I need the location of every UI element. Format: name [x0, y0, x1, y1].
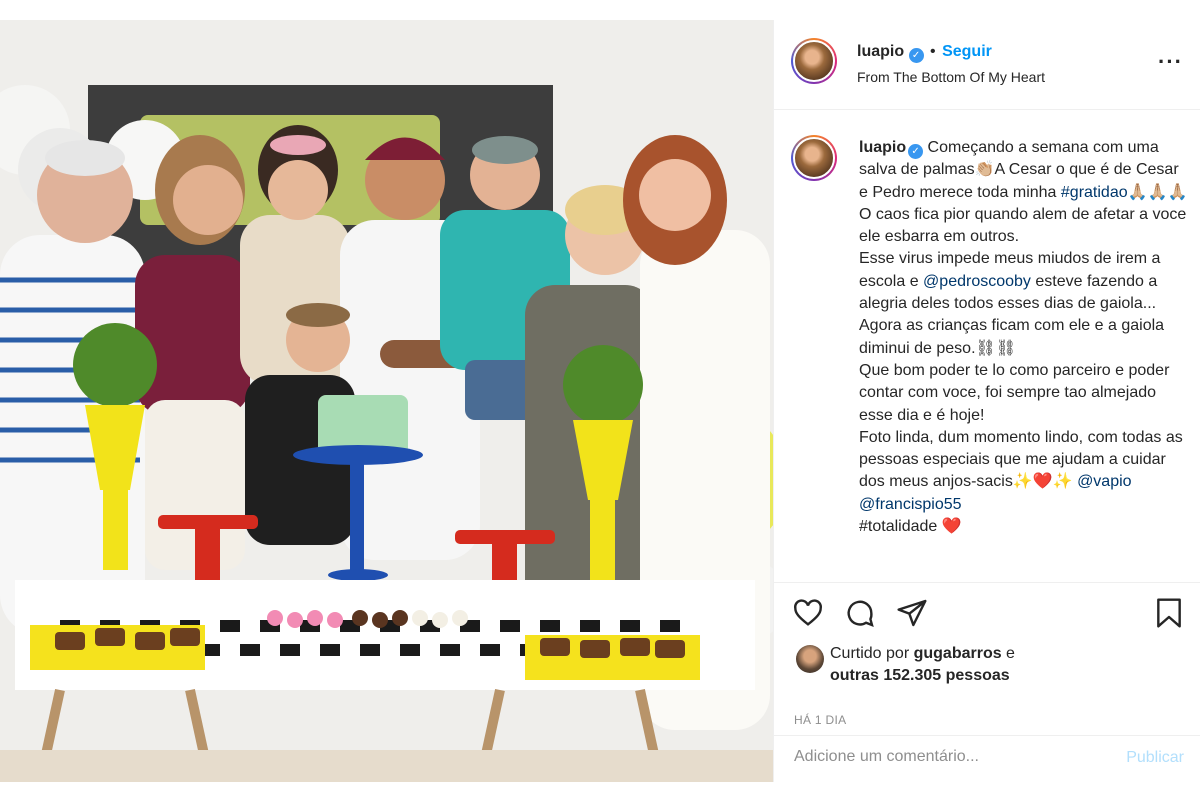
caption-username[interactable]: luapio: [859, 139, 906, 156]
separator-dot: •: [930, 43, 936, 60]
publish-button[interactable]: Publicar: [1126, 749, 1184, 767]
more-options-icon[interactable]: ···: [1158, 49, 1183, 75]
post-actions: Curtido por gugabarros e outras 152.305 …: [774, 582, 1200, 782]
caption-paragraph-5: Que bom poder te lo como parceiro e pode…: [859, 361, 1170, 424]
caption-emojis: 🙏🏼🙏🏼🙏🏼: [1127, 183, 1188, 201]
caption-paragraph-2: O caos fica pior quando alem de afetar a…: [859, 205, 1187, 246]
heart-icon[interactable]: [792, 597, 824, 634]
caption-emojis-2: ✨❤️✨: [1012, 473, 1078, 491]
caption-paragraph-7: #totalidade ❤️: [859, 518, 962, 536]
post-location[interactable]: From The Bottom Of My Heart: [857, 69, 1045, 85]
post-side-panel: luapio ✓ • Seguir From The Bottom Of My …: [773, 20, 1200, 782]
comment-box: Publicar: [774, 735, 1200, 783]
header-user-line: luapio ✓ • Seguir: [857, 43, 992, 63]
author-username[interactable]: luapio: [857, 43, 904, 60]
party-photo-illustration: [0, 20, 773, 782]
mention-link[interactable]: @francispio55: [859, 496, 962, 513]
liked-mid: e: [1001, 645, 1015, 662]
verified-badge-icon: ✓: [908, 144, 924, 159]
caption-text: luapio ✓ Começando a semana com uma salva…: [859, 137, 1189, 538]
post-timestamp[interactable]: HÁ 1 DIA: [794, 713, 846, 727]
share-icon[interactable]: [896, 597, 928, 634]
mention-link[interactable]: @pedroscooby: [923, 273, 1031, 290]
verified-badge-icon: ✓: [908, 48, 924, 63]
post-header: luapio ✓ • Seguir From The Bottom Of My …: [774, 20, 1200, 110]
liked-user-link[interactable]: gugabarros: [914, 645, 1002, 662]
liked-by-avatar[interactable]: [796, 645, 824, 673]
liked-others-link[interactable]: outras 152.305 pessoas: [830, 667, 1010, 684]
hashtag-link[interactable]: #gratidao: [1061, 184, 1128, 201]
author-avatar[interactable]: [791, 38, 837, 84]
bookmark-icon[interactable]: [1154, 597, 1184, 634]
caption-paragraph-4: Agora as crianças ficam com ele e a gaio…: [859, 317, 1165, 357]
mention-link[interactable]: @vapio: [1077, 473, 1132, 490]
caption-avatar[interactable]: [791, 135, 837, 181]
liked-prefix: Curtido por: [830, 645, 914, 662]
comment-input[interactable]: [794, 748, 1094, 766]
comment-icon[interactable]: [844, 597, 876, 634]
follow-button[interactable]: Seguir: [942, 43, 992, 60]
likes-text: Curtido por gugabarros e outras 152.305 …: [830, 643, 1090, 687]
caption-area: luapio ✓ Começando a semana com uma salva…: [774, 110, 1200, 582]
instagram-post: luapio ✓ • Seguir From The Bottom Of My …: [0, 20, 1200, 782]
post-photo[interactable]: [0, 20, 773, 782]
